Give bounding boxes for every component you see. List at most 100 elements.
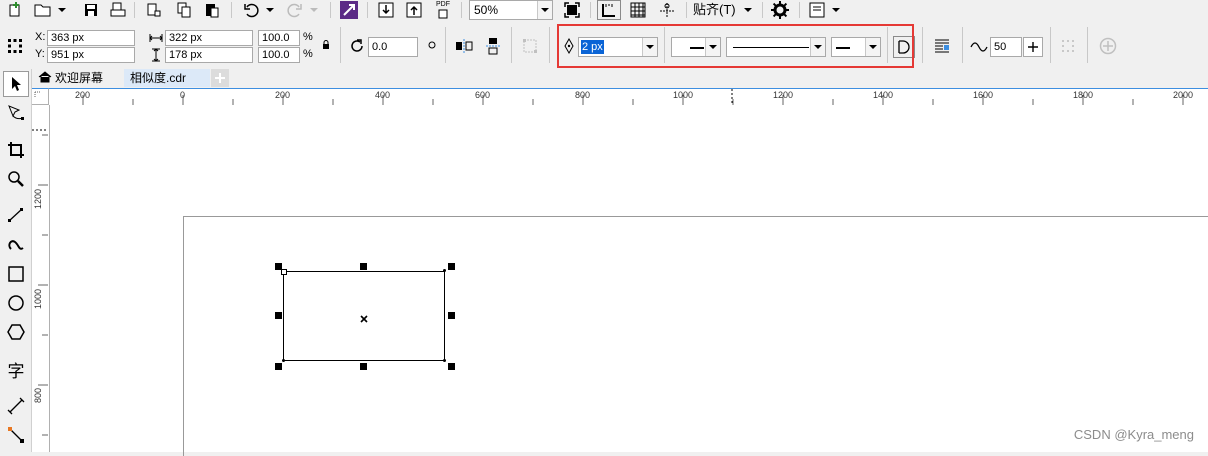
rotation-angle-input[interactable]: 0.0 <box>368 37 418 57</box>
v-ruler-label: 800 <box>33 387 43 403</box>
full-screen-icon[interactable] <box>561 0 583 20</box>
selection-handle-middle-right[interactable] <box>448 312 455 319</box>
text-tool-icon[interactable]: 字 <box>3 356 29 382</box>
horizontal-ruler-ticks <box>82 89 1184 105</box>
pick-tool-icon[interactable] <box>3 71 29 97</box>
tab-document-label: 相似度.cdr <box>130 71 187 85</box>
h-ruler-label: 200 <box>75 90 91 100</box>
separator <box>231 2 232 18</box>
rectangle-node[interactable] <box>443 269 446 272</box>
separator <box>962 27 963 63</box>
tab-document[interactable]: 相似度.cdr <box>124 69 210 87</box>
add-icon[interactable] <box>1097 36 1119 56</box>
drawing-canvas[interactable] <box>50 106 1208 456</box>
new-tab-button[interactable] <box>211 69 229 87</box>
height-icon <box>148 47 164 63</box>
h-ruler-label: 1400 <box>873 90 894 100</box>
launcher-dropdown-icon[interactable] <box>830 1 842 19</box>
separator <box>922 27 923 63</box>
paste-icon[interactable] <box>201 1 223 19</box>
y-position-input[interactable]: 951 px <box>47 47 135 63</box>
polygon-tool-icon[interactable] <box>3 319 29 345</box>
v-ruler-label: 1200 <box>33 188 43 209</box>
rectangle-node[interactable] <box>443 359 446 362</box>
object-origin-icon[interactable] <box>4 37 26 55</box>
selection-handle-bottom-right[interactable] <box>448 363 455 370</box>
separator <box>590 2 591 18</box>
selection-handle-top-right[interactable] <box>448 263 455 270</box>
plus-icon <box>215 73 225 83</box>
tab-welcome-screen[interactable]: 欢迎屏幕 <box>32 69 122 87</box>
selection-handle-middle-left[interactable] <box>275 312 282 319</box>
rectangle-node[interactable] <box>282 359 285 362</box>
open-dropdown-icon[interactable] <box>56 1 68 19</box>
publish-pdf-icon[interactable]: PDF <box>432 0 454 20</box>
undo-icon[interactable] <box>240 1 262 19</box>
zoom-tool-icon[interactable] <box>3 166 29 192</box>
mirror-vertical-icon[interactable] <box>482 37 504 55</box>
zoom-dropdown-icon[interactable] <box>537 1 552 19</box>
import-icon[interactable] <box>375 1 397 19</box>
rectangle-tool-icon[interactable] <box>3 261 29 287</box>
connector-tool-icon[interactable] <box>3 422 29 448</box>
scale-x-input[interactable]: 100.0 <box>258 30 300 46</box>
scale-y-input[interactable]: 100.0 <box>258 47 300 63</box>
height-input[interactable]: 178 px <box>165 47 253 63</box>
snap-dropdown-icon[interactable] <box>742 1 754 19</box>
mirror-horizontal-icon[interactable] <box>453 37 475 55</box>
scale-y-percent: % <box>303 48 313 60</box>
zoom-level-select[interactable]: 50% <box>469 0 553 20</box>
freehand-tool-icon[interactable] <box>3 202 29 228</box>
ellipse-tool-icon[interactable] <box>3 290 29 316</box>
options-gear-icon[interactable] <box>769 0 791 20</box>
new-document-icon[interactable] <box>4 1 26 19</box>
show-guidelines-icon[interactable] <box>656 0 678 20</box>
rotation-icon <box>347 37 367 55</box>
smoothing-input[interactable]: 50 <box>990 37 1022 57</box>
undo-dropdown-icon[interactable] <box>264 1 276 19</box>
cut-icon[interactable] <box>143 1 165 19</box>
crop-tool-icon[interactable] <box>3 137 29 163</box>
wrap-text-icon[interactable] <box>931 37 953 55</box>
redo-icon[interactable] <box>284 1 306 19</box>
open-folder-icon[interactable] <box>32 1 54 19</box>
x-position-input[interactable]: 363 px <box>47 30 135 46</box>
lock-ratio-icon[interactable] <box>320 38 332 52</box>
application-launcher-icon[interactable] <box>806 0 828 20</box>
center-marker-icon[interactable] <box>360 312 368 323</box>
reduce-nodes-icon[interactable] <box>1057 37 1079 55</box>
document-tab-bar: 欢迎屏幕 相似度.cdr <box>32 69 1208 87</box>
h-ruler-label: 400 <box>375 90 391 100</box>
export-icon[interactable] <box>403 1 425 19</box>
vertical-ruler[interactable]: 1200 1000 800 <box>32 105 50 452</box>
y-position-label: Y: <box>35 48 45 60</box>
smoothing-slider-icon[interactable] <box>1023 37 1043 57</box>
selection-handle-bottom-left[interactable] <box>275 363 282 370</box>
artistic-media-tool-icon[interactable] <box>3 231 29 257</box>
import-export-icon[interactable] <box>338 0 360 20</box>
copy-icon[interactable] <box>173 1 195 19</box>
print-icon[interactable] <box>107 1 129 19</box>
ruler-origin[interactable] <box>32 88 49 105</box>
horizontal-ruler[interactable]: 200 0 200 400 600 800 1000 1200 1400 160… <box>49 88 1208 107</box>
width-input[interactable]: 322 px <box>165 30 253 46</box>
tab-welcome-label: 欢迎屏幕 <box>55 71 104 85</box>
selection-handle-top-center[interactable] <box>360 263 367 270</box>
snap-to-menu[interactable]: 贴齐(T) <box>693 2 736 18</box>
convert-to-curves-icon[interactable] <box>519 37 541 55</box>
parallel-dimension-tool-icon[interactable] <box>3 393 29 419</box>
degree-icon <box>426 37 438 53</box>
h-ruler-label: 2000 <box>1173 90 1194 100</box>
selection-handle-top-left[interactable] <box>275 263 282 270</box>
separator <box>549 27 550 63</box>
show-grid-icon[interactable] <box>627 0 649 20</box>
redo-dropdown-icon[interactable] <box>308 1 320 19</box>
shape-tool-icon[interactable] <box>3 100 29 126</box>
separator <box>134 2 135 18</box>
separator <box>511 27 512 63</box>
separator <box>799 2 800 18</box>
outline-settings-highlight <box>557 24 914 68</box>
save-icon[interactable] <box>80 1 102 19</box>
show-rulers-icon[interactable] <box>597 0 621 20</box>
selection-handle-bottom-center[interactable] <box>360 363 367 370</box>
